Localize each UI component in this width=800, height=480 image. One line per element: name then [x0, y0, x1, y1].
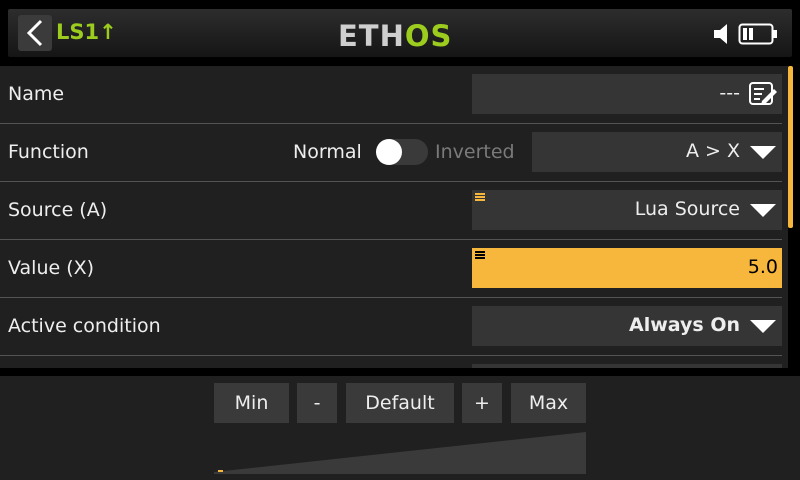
chevron-left-icon	[26, 19, 43, 47]
active-condition-dropdown[interactable]: Always On	[472, 306, 782, 346]
invert-toggle[interactable]	[376, 139, 428, 165]
value-value: 5.0	[747, 256, 778, 278]
dropdown-arrow-icon	[750, 146, 776, 159]
function-value: A > X	[685, 140, 740, 162]
default-button[interactable]: Default	[346, 383, 454, 423]
speaker-icon	[714, 24, 727, 44]
toggle-inverted-label: Inverted	[435, 141, 515, 163]
value-row: Value (X) 5.0	[0, 240, 782, 298]
back-button[interactable]	[18, 15, 52, 51]
function-label: Function	[8, 141, 89, 163]
value-label: Value (X)	[8, 257, 95, 279]
toggle-normal-label: Normal	[293, 141, 362, 163]
ethos-logo: ETHOS	[338, 19, 453, 53]
logic-switch-form: Name --- Function Normal Inverted A > X …	[0, 66, 788, 368]
active-condition-label: Active condition	[8, 315, 161, 337]
edit-icon[interactable]	[748, 80, 778, 108]
source-value: Lua Source	[634, 198, 740, 220]
function-dropdown[interactable]: A > X	[532, 132, 782, 172]
next-field-partial	[472, 364, 782, 368]
active-condition-value: Always On	[629, 314, 740, 336]
decrement-button[interactable]: -	[297, 383, 337, 423]
menu-lines-icon	[475, 193, 485, 201]
name-value: ---	[719, 82, 740, 104]
source-label: Source (A)	[8, 199, 108, 221]
name-label: Name	[8, 83, 65, 105]
max-button[interactable]: Max	[511, 383, 586, 423]
min-button[interactable]: Min	[214, 383, 289, 423]
active-condition-row: Active condition Always On	[0, 298, 782, 356]
name-field[interactable]: ---	[472, 74, 782, 114]
status-icons	[712, 19, 780, 47]
value-editor-panel: Min - Default + Max	[0, 376, 800, 480]
toggle-knob	[376, 139, 402, 165]
battery-icon	[738, 23, 777, 45]
dropdown-arrow-icon	[750, 204, 776, 217]
title-bar: LS1↑ ETHOS	[8, 9, 792, 57]
page-title: LS1↑	[56, 20, 117, 44]
source-dropdown[interactable]: Lua Source	[472, 190, 782, 230]
value-field[interactable]: 5.0	[472, 248, 782, 288]
source-row: Source (A) Lua Source	[0, 182, 782, 240]
dropdown-arrow-icon	[750, 320, 776, 333]
function-row: Function Normal Inverted A > X	[0, 124, 782, 182]
increment-button[interactable]: +	[462, 383, 502, 423]
scrollbar[interactable]	[788, 66, 793, 228]
value-slider[interactable]	[214, 430, 586, 474]
menu-lines-icon	[475, 251, 485, 259]
name-row: Name ---	[0, 66, 782, 124]
slider-position-marker	[218, 470, 223, 472]
